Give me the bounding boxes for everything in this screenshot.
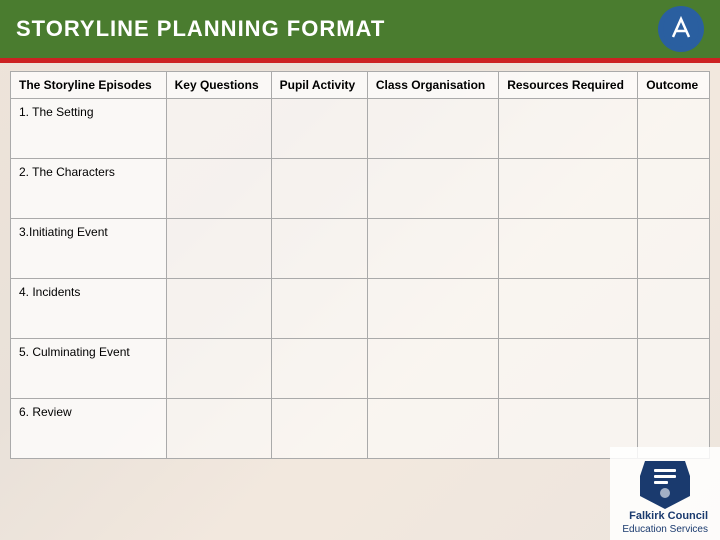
org-name: Falkirk Council bbox=[622, 509, 708, 523]
data-cell bbox=[271, 339, 367, 399]
data-cell bbox=[638, 279, 710, 339]
data-cell bbox=[271, 159, 367, 219]
data-cell bbox=[166, 339, 271, 399]
table-row: 6. Review bbox=[11, 399, 710, 459]
data-cell bbox=[271, 219, 367, 279]
table-row: 5. Culminating Event bbox=[11, 339, 710, 399]
data-cell bbox=[166, 99, 271, 159]
data-cell bbox=[367, 279, 498, 339]
data-cell bbox=[638, 339, 710, 399]
data-cell bbox=[499, 159, 638, 219]
col-header-resources: Resources Required bbox=[499, 72, 638, 99]
episode-cell-3: 3.Initiating Event bbox=[11, 219, 167, 279]
episode-cell-1: 1. The Setting bbox=[11, 99, 167, 159]
data-cell bbox=[499, 279, 638, 339]
data-cell bbox=[367, 339, 498, 399]
episode-cell-2: 2. The Characters bbox=[11, 159, 167, 219]
col-header-outcome: Outcome bbox=[638, 72, 710, 99]
data-cell bbox=[271, 279, 367, 339]
col-header-questions: Key Questions bbox=[166, 72, 271, 99]
data-cell bbox=[367, 399, 498, 459]
episode-cell-5: 5. Culminating Event bbox=[11, 339, 167, 399]
org-sub: Education Services bbox=[622, 523, 708, 536]
data-cell bbox=[499, 339, 638, 399]
table-row: 1. The Setting bbox=[11, 99, 710, 159]
header: STORYLINE PLANNING FORMAT bbox=[0, 0, 720, 58]
episode-cell-6: 6. Review bbox=[11, 399, 167, 459]
planning-table: The Storyline Episodes Key Questions Pup… bbox=[10, 71, 710, 459]
data-cell bbox=[166, 159, 271, 219]
table-header-row: The Storyline Episodes Key Questions Pup… bbox=[11, 72, 710, 99]
data-cell bbox=[367, 99, 498, 159]
data-cell bbox=[271, 399, 367, 459]
table-wrapper: The Storyline Episodes Key Questions Pup… bbox=[0, 63, 720, 463]
content: The Storyline Episodes Key Questions Pup… bbox=[0, 63, 720, 540]
falkirk-crest-svg bbox=[640, 451, 690, 509]
falkirk-logo: Falkirk Council Education Services bbox=[622, 451, 708, 536]
data-cell bbox=[499, 99, 638, 159]
table-row: 3.Initiating Event bbox=[11, 219, 710, 279]
episode-cell-4: 4. Incidents bbox=[11, 279, 167, 339]
footer-bar: Falkirk Council Education Services bbox=[610, 447, 720, 540]
page-title: STORYLINE PLANNING FORMAT bbox=[16, 16, 385, 42]
data-cell bbox=[638, 219, 710, 279]
data-cell bbox=[367, 219, 498, 279]
data-cell bbox=[638, 99, 710, 159]
data-cell bbox=[166, 219, 271, 279]
data-cell bbox=[271, 99, 367, 159]
data-cell bbox=[367, 159, 498, 219]
col-header-episodes: The Storyline Episodes bbox=[11, 72, 167, 99]
table-row: 2. The Characters bbox=[11, 159, 710, 219]
col-header-activity: Pupil Activity bbox=[271, 72, 367, 99]
data-cell bbox=[638, 159, 710, 219]
data-cell bbox=[499, 219, 638, 279]
header-logo bbox=[658, 6, 704, 52]
table-row: 4. Incidents bbox=[11, 279, 710, 339]
col-header-organisation: Class Organisation bbox=[367, 72, 498, 99]
data-cell bbox=[166, 279, 271, 339]
data-cell bbox=[166, 399, 271, 459]
